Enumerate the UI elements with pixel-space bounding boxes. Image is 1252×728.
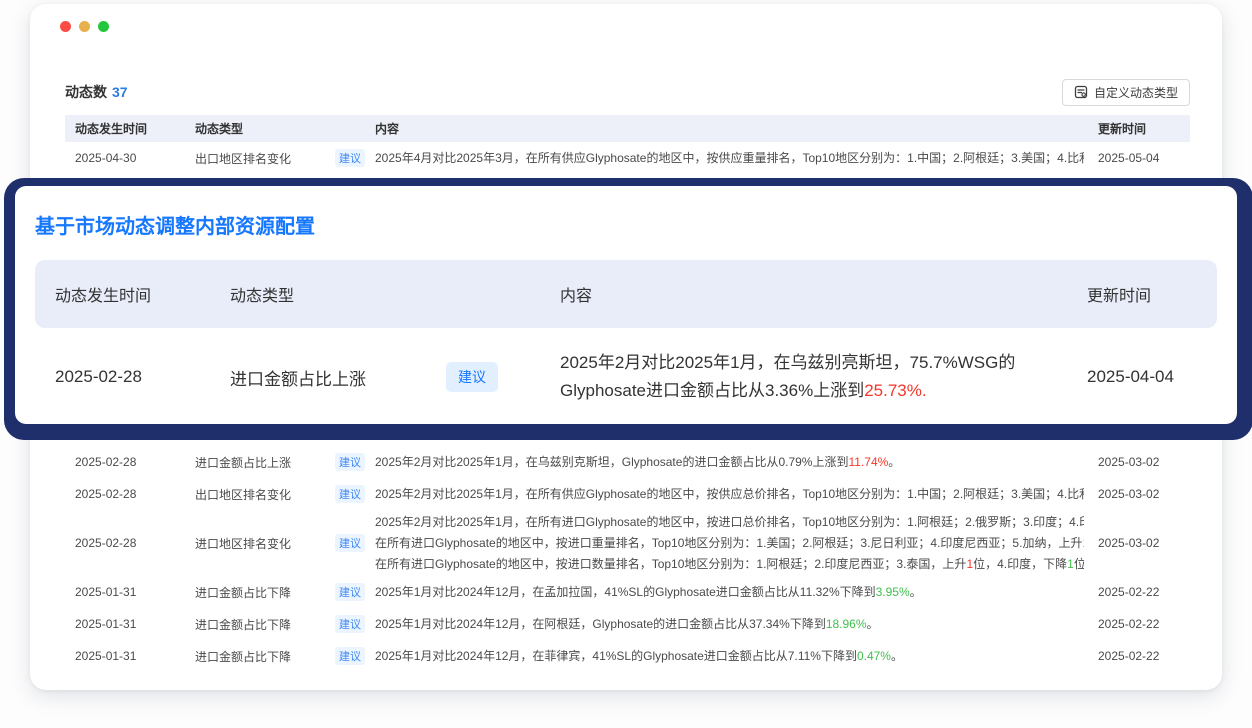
overlay-row-date: 2025-02-28 bbox=[55, 367, 230, 387]
row-badge-cell: 建议 bbox=[335, 615, 375, 633]
row-date: 2025-02-28 bbox=[65, 536, 195, 550]
overlay-row-content: 2025年2月对比2025年1月，在乌兹别亮斯坦，75.7%WSG的Glypho… bbox=[560, 349, 1087, 405]
customize-dynamic-type-button[interactable]: 自定义动态类型 bbox=[1062, 79, 1190, 106]
row-content: 2025年2月对比2025年1月，在所有进口Glyphosate的地区中，按进口… bbox=[375, 512, 1098, 575]
overlay-row-type: 进口金额占比上涨 建议 bbox=[230, 362, 560, 392]
row-update: 2025-02-22 bbox=[1098, 617, 1190, 631]
row-update: 2025-03-02 bbox=[1098, 487, 1190, 501]
row-badge-cell: 建议 bbox=[335, 583, 375, 601]
overlay-row-update: 2025-04-04 bbox=[1087, 367, 1217, 387]
highlight-card-title: 基于市场动态调整内部资源配置 bbox=[35, 210, 315, 239]
row-content: 2025年1月对比2024年12月，在菲律宾，41%SL的Glyphosate进… bbox=[375, 646, 1098, 667]
overlay-header-content: 内容 bbox=[560, 282, 1087, 306]
row-content: 2025年1月对比2024年12月，在孟加拉国，41%SL的Glyphosate… bbox=[375, 582, 1098, 603]
table-row: 2025-01-31进口金额占比下降建议 2025年1月对比2024年12月，在阿… bbox=[65, 608, 1190, 640]
row-date: 2025-04-30 bbox=[65, 151, 195, 165]
row-date: 2025-02-28 bbox=[65, 455, 195, 469]
row-type: 出口地区排名变化 bbox=[195, 486, 335, 503]
highlight-card: 基于市场动态调整内部资源配置 动态发生时间 动态类型 内容 更新时间 2025-… bbox=[12, 183, 1240, 427]
overlay-type-label: 进口金额占比上涨 bbox=[230, 365, 366, 390]
header-update: 更新时间 bbox=[1098, 120, 1190, 137]
table-header: 动态发生时间 动态类型 内容 更新时间 bbox=[65, 115, 1190, 142]
row-content: 2025年4月对比2025年3月，在所有供应Glyphosate的地区中，按供应… bbox=[375, 148, 1098, 169]
row-date: 2025-01-31 bbox=[65, 649, 195, 663]
header-date: 动态发生时间 bbox=[65, 120, 195, 137]
row-update: 2025-03-02 bbox=[1098, 536, 1190, 550]
table-row: 2025-02-28进口金额占比上涨建议 2025年2月对比2025年1月，在乌兹… bbox=[65, 446, 1190, 478]
row-update: 2025-02-22 bbox=[1098, 649, 1190, 663]
zoom-button[interactable] bbox=[98, 21, 109, 32]
suggestion-badge[interactable]: 建议 bbox=[335, 534, 365, 552]
row-date: 2025-02-28 bbox=[65, 487, 195, 501]
header-type: 动态类型 bbox=[195, 120, 335, 137]
dynamics-count-value: 37 bbox=[112, 84, 128, 100]
close-button[interactable] bbox=[60, 21, 71, 32]
table-row: 2025-02-28进口地区排名变化建议 2025年2月对比2025年1月，在所有… bbox=[65, 510, 1190, 576]
suggestion-badge[interactable]: 建议 bbox=[335, 583, 365, 601]
row-content: 2025年2月对比2025年1月，在乌兹别克斯坦，Glyphosate的进口金额… bbox=[375, 452, 1098, 473]
row-badge-cell: 建议 bbox=[335, 534, 375, 552]
row-type: 进口金额占比下降 bbox=[195, 584, 335, 601]
row-type: 进口地区排名变化 bbox=[195, 535, 335, 552]
table-row: 2025-01-31进口金额占比下降建议 2025年1月对比2024年12月，在菲… bbox=[65, 640, 1190, 672]
row-update: 2025-05-04 bbox=[1098, 151, 1190, 165]
table-body-bottom: 2025-02-28进口地区排名变化建议在所有进口Glyphosate的地区中，… bbox=[65, 414, 1190, 672]
row-type: 出口地区排名变化 bbox=[195, 150, 335, 167]
suggestion-badge[interactable]: 建议 bbox=[335, 453, 365, 471]
suggestion-badge[interactable]: 建议 bbox=[335, 149, 365, 167]
minimize-button[interactable] bbox=[79, 21, 90, 32]
row-content: 2025年1月对比2024年12月，在阿根廷，Glyphosate的进口金额占比… bbox=[375, 614, 1098, 635]
table-row: 2025-02-28出口地区排名变化建议 2025年2月对比2025年1月，在所有… bbox=[65, 478, 1190, 510]
overlay-table-header: 动态发生时间 动态类型 内容 更新时间 bbox=[35, 260, 1217, 328]
table-body-top: 2025-04-30出口地区排名变化建议 2025年4月对比2025年3月，在所有… bbox=[65, 142, 1190, 174]
table-row: 2025-01-31进口金额占比下降建议 2025年1月对比2024年12月，在孟… bbox=[65, 576, 1190, 608]
overlay-table-row: 2025-02-28 进口金额占比上涨 建议 2025年2月对比2025年1月，… bbox=[35, 334, 1217, 420]
row-content: 2025年2月对比2025年1月，在所有供应Glyphosate的地区中，按供应… bbox=[375, 484, 1098, 505]
suggestion-badge[interactable]: 建议 bbox=[335, 615, 365, 633]
suggestion-badge[interactable]: 建议 bbox=[335, 485, 365, 503]
highlight-card-inner: 基于市场动态调整内部资源配置 动态发生时间 动态类型 内容 更新时间 2025-… bbox=[15, 186, 1237, 424]
customize-type-icon bbox=[1074, 85, 1088, 99]
overlay-header-date: 动态发生时间 bbox=[55, 282, 230, 306]
row-badge-cell: 建议 bbox=[335, 149, 375, 167]
row-type: 进口金额占比下降 bbox=[195, 648, 335, 665]
row-type: 进口金额占比下降 bbox=[195, 616, 335, 633]
row-date: 2025-01-31 bbox=[65, 585, 195, 599]
overlay-header-update: 更新时间 bbox=[1087, 282, 1217, 306]
row-date: 2025-01-31 bbox=[65, 617, 195, 631]
row-badge-cell: 建议 bbox=[335, 485, 375, 503]
row-badge-cell: 建议 bbox=[335, 647, 375, 665]
table-row: 2025-04-30出口地区排名变化建议 2025年4月对比2025年3月，在所有… bbox=[65, 142, 1190, 174]
customize-button-label: 自定义动态类型 bbox=[1094, 84, 1178, 101]
toolbar: 动态数 37 自定义动态类型 bbox=[65, 78, 1190, 106]
suggestion-badge[interactable]: 建议 bbox=[335, 647, 365, 665]
row-type: 进口金额占比上涨 bbox=[195, 454, 335, 471]
overlay-header-type: 动态类型 bbox=[230, 282, 560, 306]
row-badge-cell: 建议 bbox=[335, 453, 375, 471]
row-update: 2025-02-22 bbox=[1098, 585, 1190, 599]
dynamics-count: 动态数 37 bbox=[65, 82, 128, 102]
suggestion-badge[interactable]: 建议 bbox=[446, 362, 498, 392]
header-content: 内容 bbox=[375, 120, 1098, 137]
row-update: 2025-03-02 bbox=[1098, 455, 1190, 469]
window-controls bbox=[60, 21, 109, 32]
dynamics-count-label: 动态数 bbox=[65, 84, 107, 100]
